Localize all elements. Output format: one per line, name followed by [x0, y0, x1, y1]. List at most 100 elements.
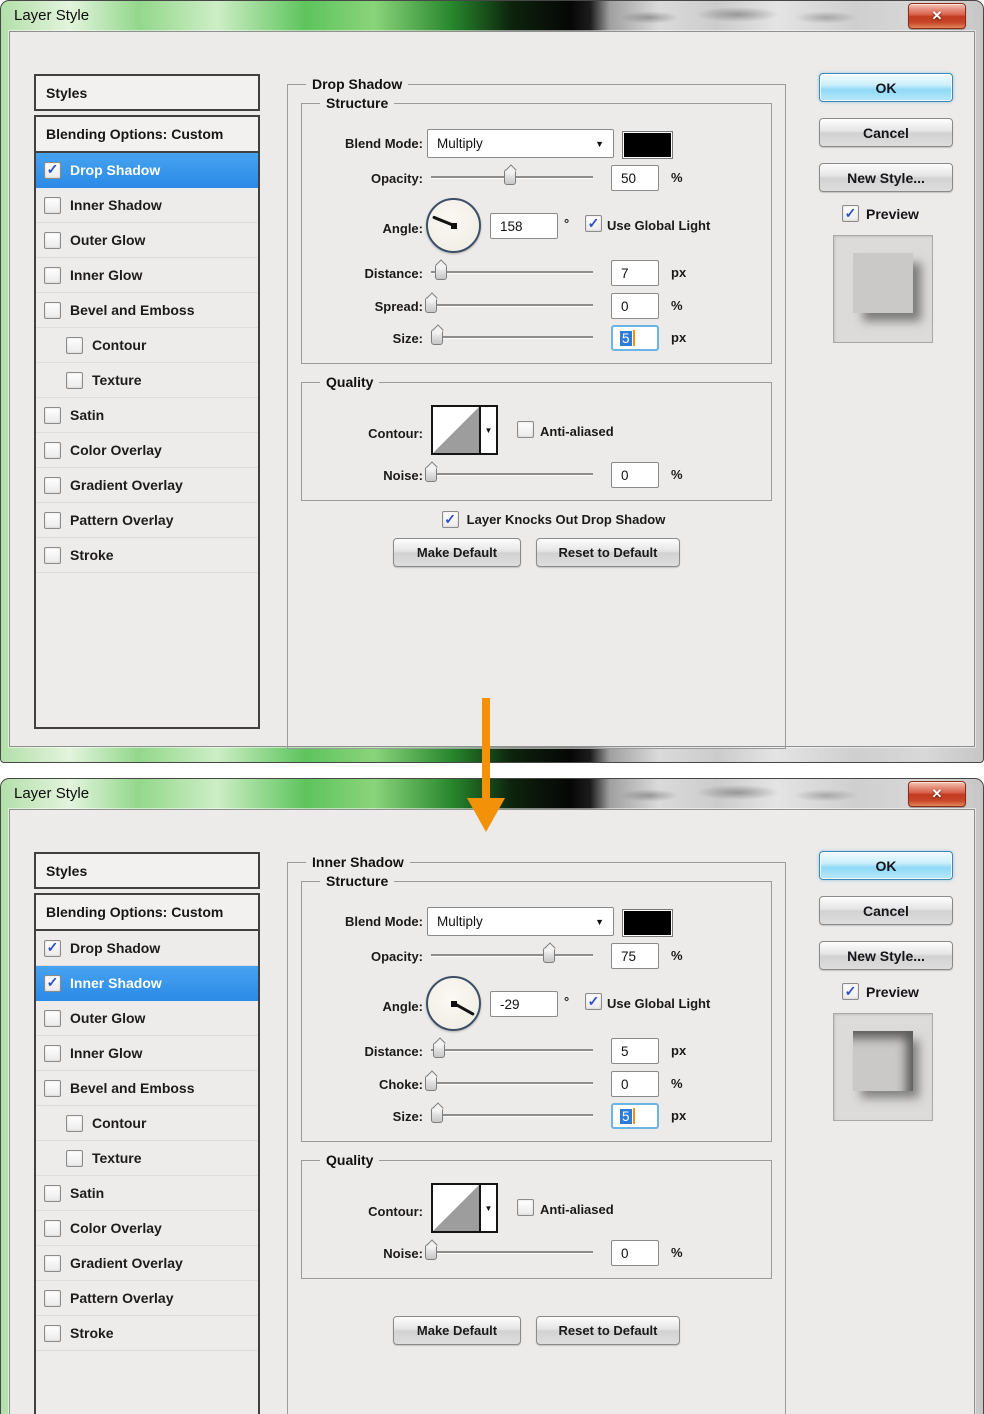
- spread-slider-thumb[interactable]: [425, 297, 437, 313]
- close-button[interactable]: ✕: [908, 3, 966, 29]
- noise-input[interactable]: 0: [611, 462, 659, 488]
- angle-input[interactable]: -29: [490, 991, 558, 1017]
- sidebar-item[interactable]: ✓ Inner Shadow: [36, 966, 258, 1001]
- sidebar-item[interactable]: ✓ Gradient Overlay: [36, 468, 258, 503]
- noise-slider[interactable]: [425, 464, 593, 483]
- sidebar-item[interactable]: ✓ Satin: [36, 1176, 258, 1211]
- sidebar-item[interactable]: ✓ Inner Glow: [36, 258, 258, 293]
- anti-aliased-checkbox[interactable]: ✓: [517, 421, 534, 438]
- size-slider-thumb[interactable]: [431, 329, 444, 345]
- size-input[interactable]: 5: [611, 325, 659, 351]
- layer-knocks-out-checkbox[interactable]: ✓: [441, 511, 459, 528]
- sidebar-item[interactable]: ✓ Inner Shadow: [36, 188, 258, 223]
- sidebar-item[interactable]: ✓ Bevel and Emboss: [36, 293, 258, 328]
- use-global-light-checkbox[interactable]: ✓: [585, 993, 602, 1010]
- opacity-input[interactable]: 50: [611, 165, 659, 191]
- use-global-light-checkbox[interactable]: ✓: [585, 215, 602, 232]
- distance-input[interactable]: 5: [611, 1038, 659, 1064]
- effect-checkbox[interactable]: ✓: [44, 939, 61, 957]
- reset-to-default-button[interactable]: Reset to Default: [536, 538, 680, 567]
- sidebar-item-styles[interactable]: Styles: [34, 74, 260, 111]
- effect-checkbox[interactable]: ✓: [66, 336, 83, 354]
- sidebar-item[interactable]: ✓ Pattern Overlay: [36, 1281, 258, 1316]
- blend-mode-dropdown[interactable]: Multiply ▼: [427, 907, 614, 936]
- cancel-button[interactable]: Cancel: [819, 896, 953, 925]
- size-slider[interactable]: [431, 327, 593, 346]
- shadow-color-swatch[interactable]: [622, 131, 673, 159]
- opacity-input[interactable]: 75: [611, 943, 659, 969]
- effect-checkbox[interactable]: ✓: [44, 476, 61, 494]
- close-button[interactable]: ✕: [908, 781, 966, 807]
- sidebar-item[interactable]: ✓ Stroke: [36, 538, 258, 573]
- contour-picker[interactable]: [431, 405, 481, 455]
- size-slider[interactable]: [431, 1105, 593, 1124]
- sidebar-item-blending-options[interactable]: Blending Options: Custom: [36, 895, 258, 931]
- noise-input[interactable]: 0: [611, 1240, 659, 1266]
- spread-input[interactable]: 0: [611, 293, 659, 319]
- distance-input[interactable]: 7: [611, 260, 659, 286]
- effect-checkbox[interactable]: ✓: [44, 161, 61, 179]
- effect-checkbox[interactable]: ✓: [44, 974, 61, 992]
- sidebar-item[interactable]: ✓ Bevel and Emboss: [36, 1071, 258, 1106]
- anti-aliased-checkbox[interactable]: ✓: [517, 1199, 534, 1216]
- opacity-slider-thumb[interactable]: [504, 169, 517, 185]
- sidebar-item[interactable]: ✓ Contour: [36, 1106, 258, 1141]
- make-default-button[interactable]: Make Default: [393, 1316, 521, 1345]
- effect-checkbox[interactable]: ✓: [66, 1114, 83, 1132]
- sidebar-item[interactable]: ✓ Satin: [36, 398, 258, 433]
- reset-to-default-button[interactable]: Reset to Default: [536, 1316, 680, 1345]
- effect-checkbox[interactable]: ✓: [66, 371, 83, 389]
- distance-slider-thumb[interactable]: [433, 1042, 446, 1058]
- blend-mode-dropdown[interactable]: Multiply ▼: [427, 129, 614, 158]
- new-style-button[interactable]: New Style...: [819, 163, 953, 192]
- effect-checkbox[interactable]: ✓: [44, 441, 61, 459]
- sidebar-item[interactable]: ✓ Gradient Overlay: [36, 1246, 258, 1281]
- preview-checkbox[interactable]: ✓: [842, 205, 859, 222]
- spread-slider[interactable]: [425, 295, 593, 314]
- opacity-slider[interactable]: [431, 167, 593, 186]
- contour-picker[interactable]: [431, 1183, 481, 1233]
- effect-checkbox[interactable]: ✓: [44, 1219, 61, 1237]
- effect-checkbox[interactable]: ✓: [44, 406, 61, 424]
- sidebar-item[interactable]: ✓ Inner Glow: [36, 1036, 258, 1071]
- effect-checkbox[interactable]: ✓: [44, 1009, 61, 1027]
- angle-dial[interactable]: [426, 198, 481, 253]
- ok-button[interactable]: OK: [819, 73, 953, 102]
- titlebar[interactable]: Layer Style ✕: [1, 1, 983, 31]
- effect-checkbox[interactable]: ✓: [66, 1149, 83, 1167]
- sidebar-item[interactable]: ✓ Drop Shadow: [36, 153, 258, 188]
- size-input[interactable]: 5: [611, 1103, 659, 1129]
- sidebar-item[interactable]: ✓ Pattern Overlay: [36, 503, 258, 538]
- choke-input[interactable]: 0: [611, 1071, 659, 1097]
- effect-checkbox[interactable]: ✓: [44, 301, 61, 319]
- distance-slider[interactable]: [431, 1040, 593, 1059]
- noise-slider-thumb[interactable]: [425, 1244, 437, 1260]
- sidebar-item[interactable]: ✓ Color Overlay: [36, 1211, 258, 1246]
- sidebar-item[interactable]: ✓ Contour: [36, 328, 258, 363]
- sidebar-item[interactable]: ✓ Outer Glow: [36, 223, 258, 258]
- angle-dial[interactable]: [426, 976, 481, 1031]
- choke-slider-thumb[interactable]: [425, 1075, 437, 1091]
- distance-slider[interactable]: [431, 262, 593, 281]
- effect-checkbox[interactable]: ✓: [44, 266, 61, 284]
- sidebar-item[interactable]: ✓ Drop Shadow: [36, 931, 258, 966]
- effect-checkbox[interactable]: ✓: [44, 1254, 61, 1272]
- sidebar-item[interactable]: ✓ Stroke: [36, 1316, 258, 1351]
- effect-checkbox[interactable]: ✓: [44, 231, 61, 249]
- cancel-button[interactable]: Cancel: [819, 118, 953, 147]
- contour-dropdown-button[interactable]: ▼: [481, 405, 498, 455]
- angle-input[interactable]: 158: [490, 213, 558, 239]
- sidebar-item-styles[interactable]: Styles: [34, 852, 260, 889]
- new-style-button[interactable]: New Style...: [819, 941, 953, 970]
- effect-checkbox[interactable]: ✓: [44, 1184, 61, 1202]
- effect-checkbox[interactable]: ✓: [44, 1044, 61, 1062]
- sidebar-item[interactable]: ✓ Color Overlay: [36, 433, 258, 468]
- effect-checkbox[interactable]: ✓: [44, 1289, 61, 1307]
- preview-checkbox[interactable]: ✓: [842, 983, 859, 1000]
- noise-slider-thumb[interactable]: [425, 466, 437, 482]
- effect-checkbox[interactable]: ✓: [44, 511, 61, 529]
- noise-slider[interactable]: [425, 1242, 593, 1261]
- contour-dropdown-button[interactable]: ▼: [481, 1183, 498, 1233]
- size-slider-thumb[interactable]: [431, 1107, 444, 1123]
- shadow-color-swatch[interactable]: [622, 909, 673, 937]
